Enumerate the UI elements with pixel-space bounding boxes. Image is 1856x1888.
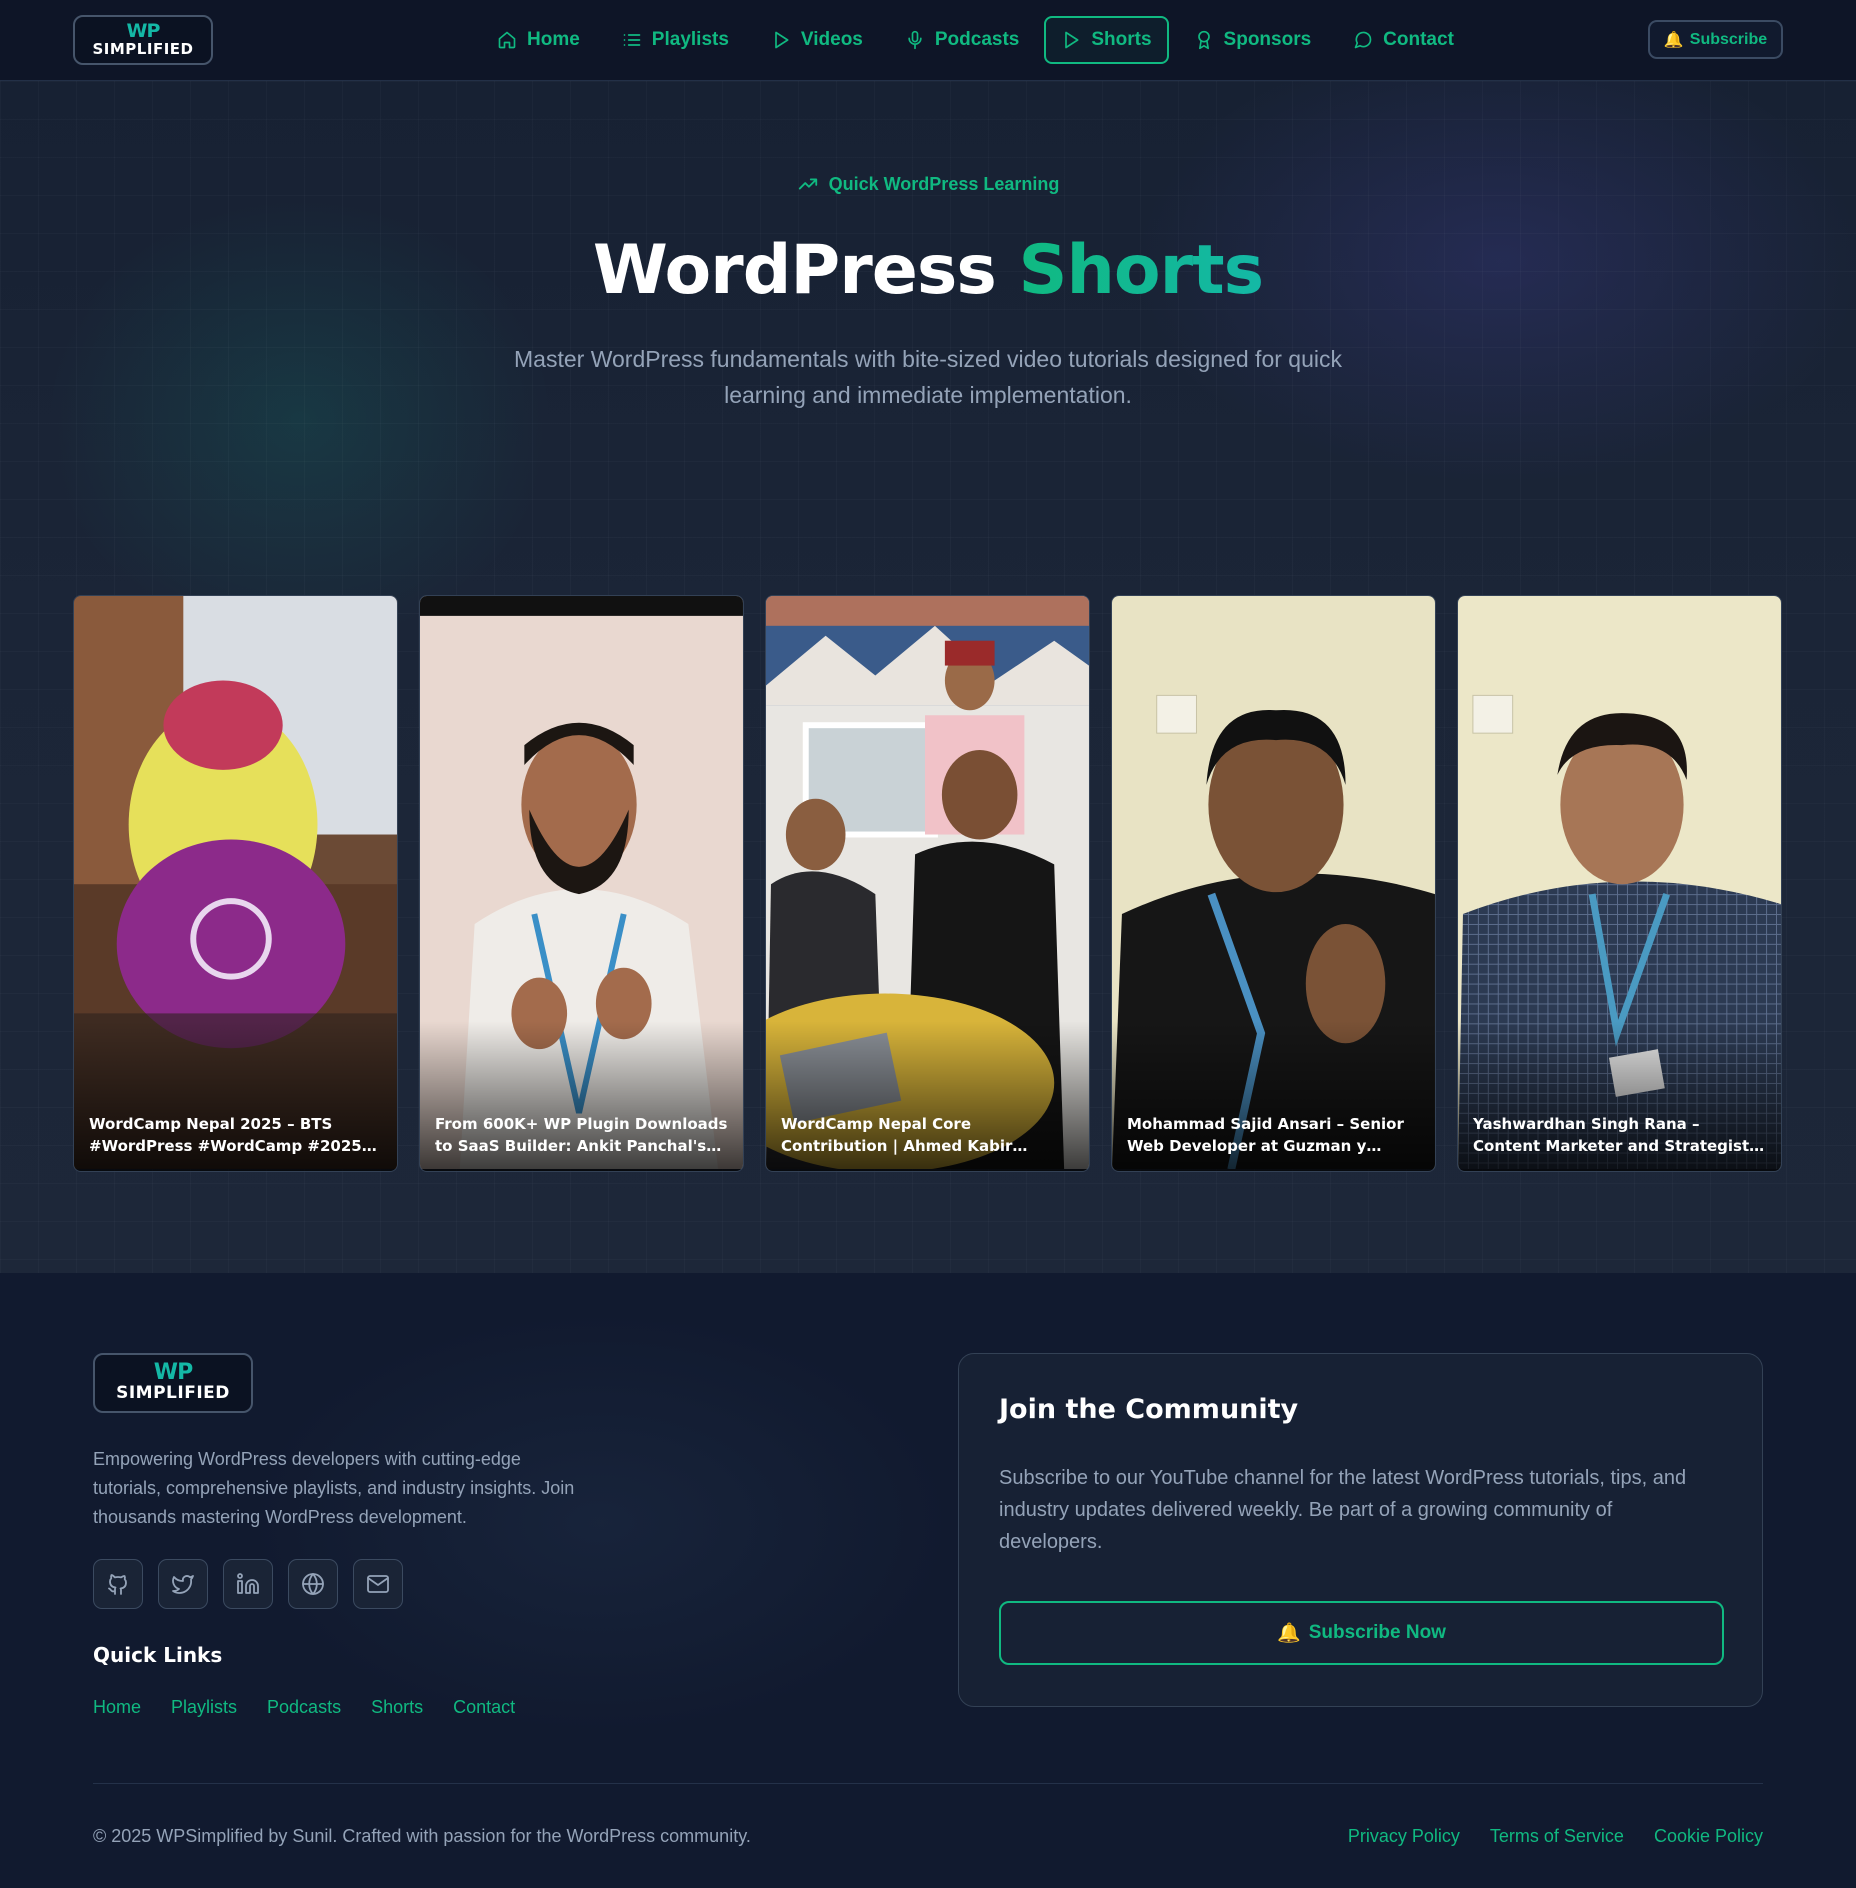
quick-link-contact[interactable]: Contact	[453, 1697, 515, 1718]
nav-item-label: Playlists	[651, 29, 729, 50]
nav-item-label: Podcasts	[934, 29, 1020, 50]
hero-section: Quick WordPress Learning WordPress Short…	[0, 81, 1856, 1273]
shorts-grid: WordCamp Nepal 2025 – BTS #WordPress #Wo…	[73, 595, 1782, 1172]
quick-links: Home Playlists Podcasts Shorts Contact	[93, 1697, 515, 1718]
logo-mark: WP	[153, 1359, 193, 1385]
community-title: Join the Community	[999, 1394, 1299, 1425]
nav-item-label: Sponsors	[1223, 29, 1312, 50]
quick-link-home[interactable]: Home	[93, 1697, 141, 1718]
footer-divider	[93, 1783, 1763, 1784]
short-card[interactable]: From 600K+ WP Plugin Downloads to SaaS B…	[419, 595, 744, 1172]
play-icon	[775, 31, 789, 49]
subscribe-now-button[interactable]: 🔔 Subscribe Now	[999, 1601, 1724, 1665]
footer-logo[interactable]: WP SIMPLIFIED	[93, 1353, 253, 1413]
terms-of-service-link[interactable]: Terms of Service	[1490, 1826, 1624, 1847]
message-icon	[1354, 31, 1372, 49]
subscribe-label: Subscribe	[1689, 30, 1768, 48]
cookie-policy-link[interactable]: Cookie Policy	[1654, 1826, 1763, 1847]
social-links	[93, 1559, 403, 1609]
short-title: WordCamp Nepal Core Contribution | Ahmed…	[781, 1115, 1013, 1155]
nav-item-playlists[interactable]: Playlists	[605, 16, 746, 64]
short-card[interactable]: Mohammad Sajid Ansari – Senior Web Devel…	[1111, 595, 1436, 1172]
community-card: Join the Community Subscribe to our YouT…	[958, 1353, 1763, 1707]
quick-links-title: Quick Links	[93, 1643, 223, 1667]
nav-item-label: Shorts	[1091, 29, 1152, 50]
email-link[interactable]	[353, 1559, 403, 1609]
twitter-link[interactable]	[158, 1559, 208, 1609]
copyright-text: © 2025 WPSimplified by Sunil. Crafted wi…	[93, 1826, 751, 1846]
logo-mark: WP	[126, 19, 161, 42]
community-text: Subscribe to our YouTube channel for the…	[999, 1467, 1687, 1553]
website-link[interactable]	[288, 1559, 338, 1609]
mail-icon	[367, 1575, 389, 1593]
top-navigation: WP SIMPLIFIED Home Playlists Videos Podc…	[0, 0, 1856, 81]
title-part-2: Shorts	[1018, 231, 1265, 310]
subscribe-now-label: Subscribe Now	[1308, 1622, 1446, 1643]
main-menu: Home Playlists Videos Podcasts Shorts Sp…	[480, 16, 1471, 64]
title-part-1: WordPress	[592, 231, 997, 310]
bell-icon: 🔔	[1663, 31, 1684, 49]
short-card[interactable]: WordCamp Nepal Core Contribution | Ahmed…	[765, 595, 1090, 1172]
eyebrow-text: Quick WordPress Learning	[828, 173, 1060, 194]
globe-icon	[302, 1573, 324, 1595]
footer-description: Empowering WordPress developers with cut…	[93, 1449, 575, 1527]
subscribe-button[interactable]: 🔔 Subscribe	[1648, 20, 1783, 59]
hero-description: Master WordPress fundamentals with bite-…	[514, 346, 1342, 408]
nav-item-label: Contact	[1383, 29, 1454, 50]
home-icon	[498, 31, 516, 49]
microphone-icon	[908, 30, 922, 50]
short-title: Yashwardhan Singh Rana – Content Markete…	[1473, 1115, 1750, 1155]
short-card[interactable]: WordCamp Nepal 2025 – BTS #WordPress #Wo…	[73, 595, 398, 1172]
nav-item-shorts[interactable]: Shorts	[1044, 16, 1169, 64]
site-footer: WP SIMPLIFIED Empowering WordPress devel…	[0, 1273, 1856, 1888]
bell-icon: 🔔	[1277, 1623, 1301, 1644]
logo-text: SIMPLIFIED	[92, 39, 194, 58]
linkedin-link[interactable]	[223, 1559, 273, 1609]
nav-item-contact[interactable]: Contact	[1336, 16, 1471, 64]
nav-item-videos[interactable]: Videos	[754, 16, 880, 64]
short-title: Mohammad Sajid Ansari – Senior Web Devel…	[1127, 1115, 1404, 1155]
short-title: WordCamp Nepal 2025 – BTS #WordPress #Wo…	[89, 1115, 362, 1155]
legal-links: Privacy Policy Terms of Service Cookie P…	[1348, 1826, 1763, 1847]
quick-link-shorts[interactable]: Shorts	[371, 1697, 423, 1718]
logo-text: SIMPLIFIED	[116, 1382, 230, 1403]
nav-item-sponsors[interactable]: Sponsors	[1177, 16, 1329, 64]
play-icon	[1065, 31, 1079, 49]
github-link[interactable]	[93, 1559, 143, 1609]
short-card[interactable]: Yashwardhan Singh Rana – Content Markete…	[1457, 595, 1782, 1172]
award-icon	[1197, 30, 1210, 50]
quick-link-playlists[interactable]: Playlists	[171, 1697, 237, 1718]
short-title: From 600K+ WP Plugin Downloads to SaaS B…	[435, 1115, 728, 1155]
hero-eyebrow: Quick WordPress Learning	[0, 173, 1856, 195]
nav-item-podcasts[interactable]: Podcasts	[888, 16, 1036, 64]
twitter-icon	[172, 1575, 194, 1594]
site-logo[interactable]: WP SIMPLIFIED	[73, 15, 213, 65]
trending-up-icon	[798, 178, 817, 190]
list-icon	[623, 34, 641, 46]
nav-item-label: Home	[527, 29, 580, 50]
page-title: WordPress Shorts	[0, 231, 1856, 310]
nav-item-home[interactable]: Home	[480, 16, 597, 64]
github-icon	[108, 1574, 127, 1595]
quick-link-podcasts[interactable]: Podcasts	[267, 1697, 341, 1718]
privacy-policy-link[interactable]: Privacy Policy	[1348, 1826, 1460, 1847]
linkedin-icon	[237, 1573, 259, 1594]
nav-item-label: Videos	[800, 29, 863, 50]
